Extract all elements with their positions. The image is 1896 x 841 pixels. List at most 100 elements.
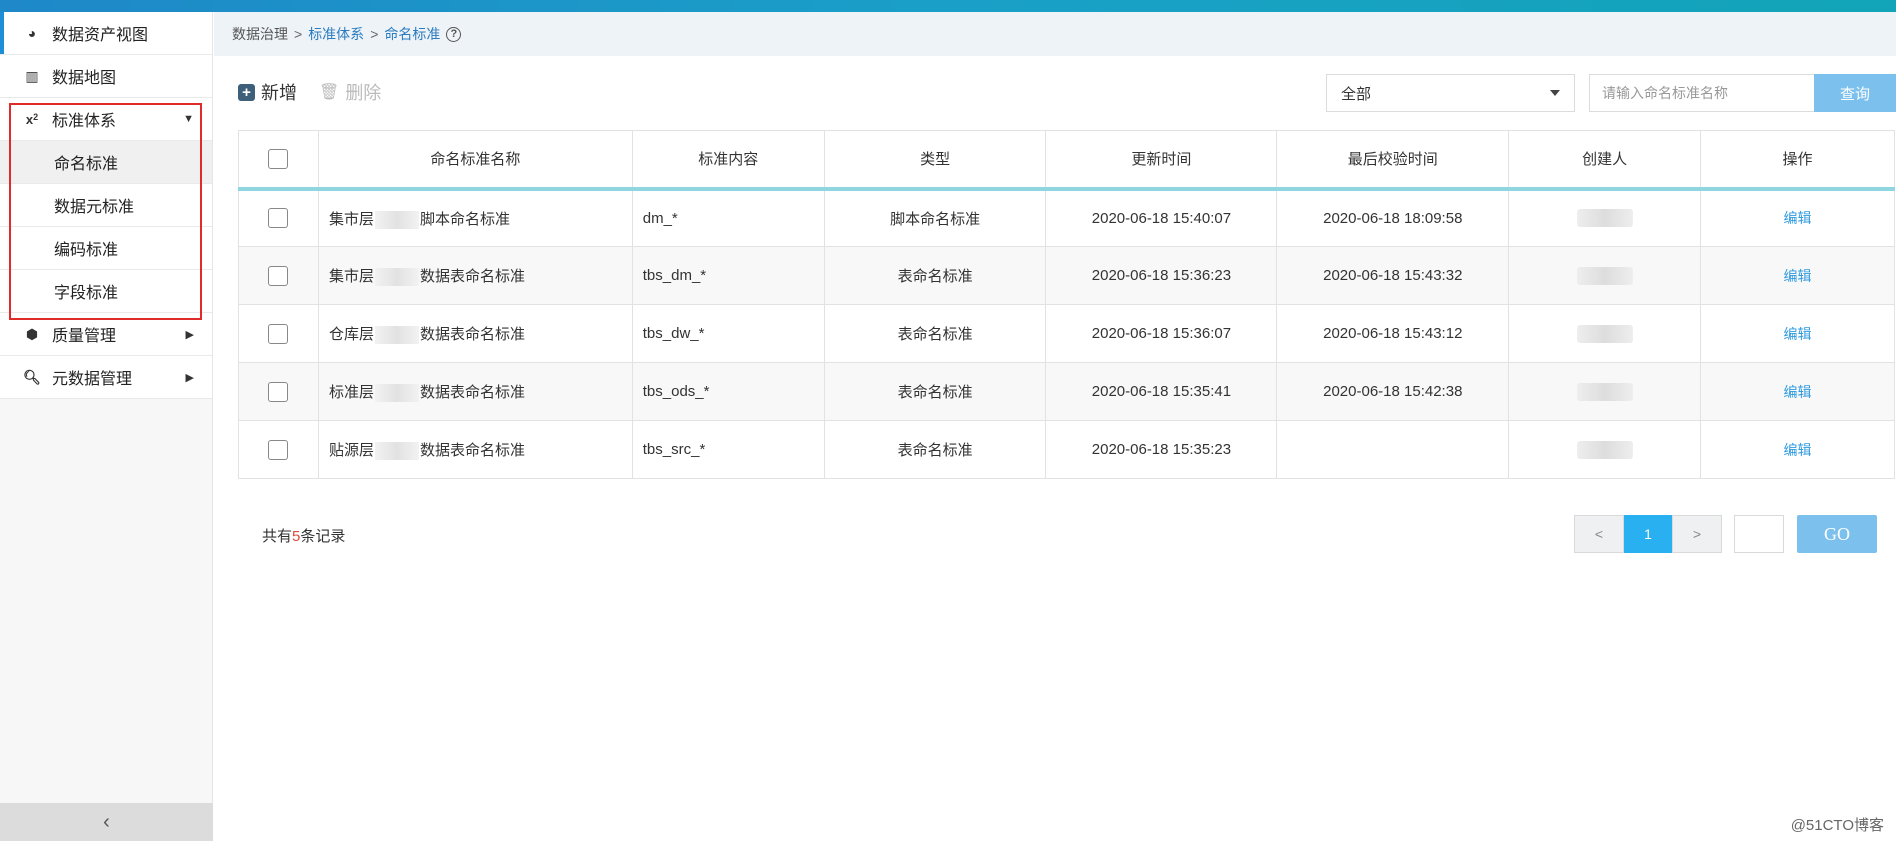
name-prefix: 集市层 bbox=[328, 267, 374, 285]
breadcrumb: 数据治理 > 标准体系 > 命名标准 ? bbox=[214, 12, 1896, 56]
edit-link[interactable]: 编辑 bbox=[1784, 384, 1812, 400]
checked-cell: 2020-06-18 15:43:32 bbox=[1276, 246, 1510, 305]
sidebar-item-label: 标准体系 bbox=[52, 113, 117, 130]
content-cell: tbs_dm_* bbox=[631, 246, 825, 305]
breadcrumb-separator: > bbox=[370, 26, 379, 42]
edit-link[interactable]: 编辑 bbox=[1784, 326, 1812, 342]
edit-link[interactable]: 编辑 bbox=[1784, 210, 1812, 226]
sidebar-collapse-button[interactable]: ‹ bbox=[0, 803, 213, 841]
content-cell: tbs_ods_* bbox=[631, 362, 825, 421]
chevron-left-icon: ‹ bbox=[103, 810, 110, 833]
sidebar-subitem-code-standard[interactable]: 编码标准 bbox=[0, 227, 212, 270]
toolbar: + 新增 🗑︎ 删除 bbox=[238, 76, 403, 108]
go-button[interactable]: GO bbox=[1797, 515, 1877, 553]
type-cell: 表命名标准 bbox=[823, 420, 1047, 479]
top-accent-bar bbox=[0, 0, 1896, 12]
type-cell: 脚本命名标准 bbox=[823, 188, 1047, 247]
column-header: 创建人 bbox=[1508, 130, 1702, 191]
redacted-creator bbox=[1576, 266, 1633, 285]
add-button-label: 新增 bbox=[261, 83, 297, 103]
sidebar-item-asset-view[interactable]: ◕ 数据资产视图 bbox=[0, 12, 212, 55]
prev-page-button[interactable]: < bbox=[1574, 515, 1624, 553]
name-suffix: 数据表命名标准 bbox=[419, 267, 525, 285]
table-header-row: 命名标准名称 标准内容 类型 更新时间 最后校验时间 创建人 操作 bbox=[238, 130, 1895, 191]
updated-cell: 2020-06-18 15:36:23 bbox=[1045, 246, 1278, 305]
table-row: 集市层 脚本命名标准 dm_* 脚本命名标准 2020-06-18 15:40:0… bbox=[238, 188, 1895, 247]
sidebar: ◕ 数据资产视图 ▥ 数据地图 x2 标准体系 ▼ 命名标准 数据元标准 编码标… bbox=[0, 12, 213, 841]
page-button-current[interactable]: 1 bbox=[1624, 515, 1672, 553]
redacted-creator bbox=[1576, 324, 1633, 343]
sidebar-item-data-map[interactable]: ▥ 数据地图 bbox=[0, 55, 212, 98]
naming-standard-table: 命名标准名称 标准内容 类型 更新时间 最后校验时间 创建人 操作 集市层 脚本命… bbox=[238, 130, 1895, 479]
sidebar-item-label: 数据地图 bbox=[52, 70, 117, 87]
name-prefix: 仓库层 bbox=[328, 325, 374, 343]
sidebar-item-quality[interactable]: ⬢ 质量管理 ▶ bbox=[0, 313, 212, 356]
edit-link[interactable]: 编辑 bbox=[1784, 268, 1812, 284]
type-filter-select[interactable]: 全部 bbox=[1326, 74, 1575, 112]
query-button[interactable]: 查询 bbox=[1814, 74, 1896, 112]
search-input[interactable] bbox=[1589, 74, 1815, 112]
checked-cell: 2020-06-18 18:09:58 bbox=[1276, 188, 1510, 247]
subscript-icon: x2 bbox=[25, 111, 39, 127]
page-jump-input[interactable] bbox=[1734, 515, 1784, 553]
table-row: 标准层 数据表命名标准 tbs_ods_* 表命名标准 2020-06-18 15… bbox=[238, 362, 1895, 421]
breadcrumb-level2[interactable]: 标准体系 bbox=[308, 24, 364, 44]
record-prefix: 共有 bbox=[262, 528, 293, 545]
content-cell: tbs_dw_* bbox=[631, 304, 825, 363]
record-count: 共有5条记录 bbox=[262, 525, 345, 546]
column-header: 命名标准名称 bbox=[317, 130, 633, 191]
updated-cell: 2020-06-18 15:36:07 bbox=[1045, 304, 1278, 363]
select-all-checkbox[interactable] bbox=[268, 148, 289, 169]
caret-down-icon: ▼ bbox=[183, 113, 194, 125]
redacted-creator bbox=[1576, 440, 1633, 459]
add-button[interactable]: + 新增 bbox=[238, 79, 297, 105]
sidebar-subitem-naming-standard[interactable]: 命名标准 bbox=[0, 141, 212, 184]
help-icon[interactable]: ? bbox=[446, 26, 462, 42]
sidebar-item-metadata[interactable]: 🔍︎ 元数据管理 ▶ bbox=[0, 356, 212, 399]
caret-down-icon bbox=[1550, 90, 1560, 96]
redacted-block bbox=[374, 384, 419, 403]
redacted-block bbox=[374, 268, 419, 287]
table-row: 仓库层 数据表命名标准 tbs_dw_* 表命名标准 2020-06-18 15:… bbox=[238, 304, 1895, 363]
name-suffix: 数据表命名标准 bbox=[419, 441, 525, 459]
row-checkbox[interactable] bbox=[268, 265, 289, 286]
sidebar-item-label: 元数据管理 bbox=[52, 371, 133, 388]
name-prefix: 贴源层 bbox=[328, 441, 374, 459]
updated-cell: 2020-06-18 15:35:41 bbox=[1045, 362, 1278, 421]
type-cell: 表命名标准 bbox=[823, 362, 1047, 421]
updated-cell: 2020-06-18 15:40:07 bbox=[1045, 188, 1278, 247]
type-filter-value: 全部 bbox=[1341, 85, 1372, 103]
sidebar-subitem-data-element-standard[interactable]: 数据元标准 bbox=[0, 184, 212, 227]
breadcrumb-separator: > bbox=[294, 26, 303, 42]
table-row: 贴源层 数据表命名标准 tbs_src_* 表命名标准 2020-06-18 15… bbox=[238, 420, 1895, 479]
pie-chart-icon: ◕ bbox=[27, 25, 37, 41]
table-row: 集市层 数据表命名标准 tbs_dm_* 表命名标准 2020-06-18 15:… bbox=[238, 246, 1895, 305]
checked-cell: 2020-06-18 15:42:38 bbox=[1276, 362, 1510, 421]
row-checkbox[interactable] bbox=[268, 439, 289, 460]
column-header: 类型 bbox=[823, 130, 1047, 191]
watermark: @51CTO博客 bbox=[1790, 817, 1884, 834]
checked-cell bbox=[1276, 420, 1510, 479]
edit-link[interactable]: 编辑 bbox=[1784, 442, 1812, 458]
map-icon: ▥ bbox=[25, 67, 39, 84]
delete-button[interactable]: 🗑︎ 删除 bbox=[319, 79, 381, 105]
column-header: 最后校验时间 bbox=[1276, 130, 1510, 191]
breadcrumb-current: 命名标准 bbox=[384, 26, 441, 42]
row-checkbox[interactable] bbox=[268, 208, 289, 229]
next-page-button[interactable]: > bbox=[1672, 515, 1722, 553]
row-checkbox[interactable] bbox=[268, 323, 289, 344]
row-checkbox[interactable] bbox=[268, 381, 289, 402]
breadcrumb-root[interactable]: 数据治理 bbox=[232, 24, 288, 44]
sidebar-item-standards[interactable]: x2 标准体系 ▼ bbox=[0, 98, 212, 141]
column-header: 标准内容 bbox=[631, 130, 825, 191]
content-cell: tbs_src_* bbox=[631, 420, 825, 479]
name-suffix: 数据表命名标准 bbox=[419, 383, 525, 401]
redacted-block bbox=[374, 210, 419, 229]
name-suffix: 脚本命名标准 bbox=[419, 210, 510, 228]
updated-cell: 2020-06-18 15:35:23 bbox=[1045, 420, 1278, 479]
sidebar-subitem-field-standard[interactable]: 字段标准 bbox=[0, 270, 212, 313]
redacted-block bbox=[374, 442, 419, 461]
name-prefix: 标准层 bbox=[328, 383, 374, 401]
redacted-creator bbox=[1576, 209, 1633, 228]
cube-icon: ⬢ bbox=[25, 325, 39, 342]
